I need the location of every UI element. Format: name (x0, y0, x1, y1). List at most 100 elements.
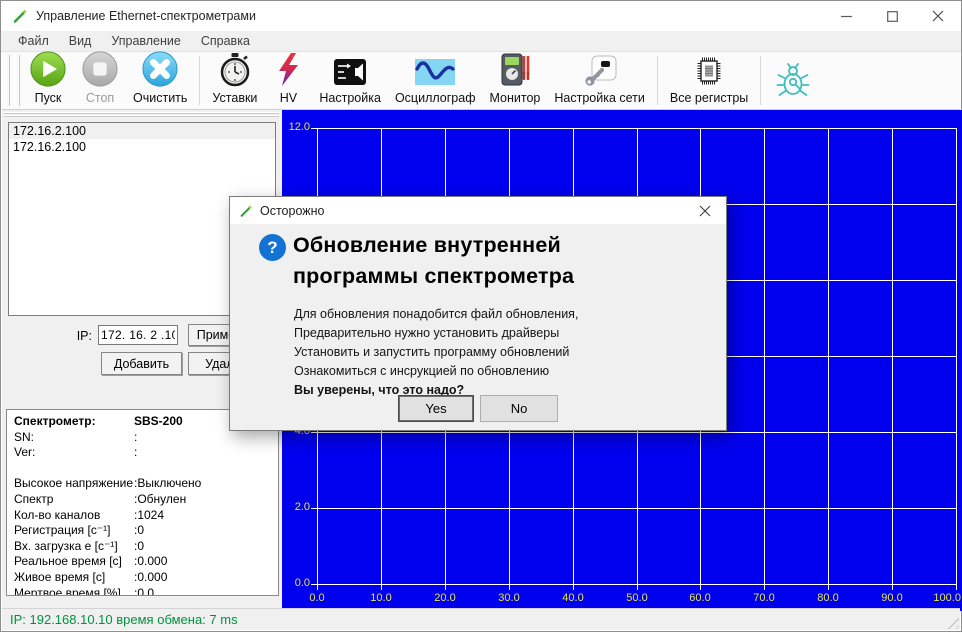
ip-list-item[interactable]: 172.16.2.100 (9, 123, 275, 139)
menu-item-1[interactable]: Вид (59, 32, 102, 50)
close-button[interactable] (915, 1, 961, 31)
grid-line-horizontal (317, 508, 956, 509)
play-icon (29, 50, 67, 88)
grid-line-horizontal (317, 584, 956, 585)
toolbar-button-clear[interactable]: Очистить (126, 52, 194, 109)
toolbar-gripper[interactable] (14, 55, 20, 106)
toolbar-separator (199, 56, 200, 105)
info-value: :0.0 (134, 586, 154, 596)
x-tick-label: 20.0 (434, 592, 455, 604)
warning-dialog: Осторожно ? Обновление внутренней програ… (229, 196, 727, 431)
toolbar: Пуск Стоп Очистить Уставки HV Настройка Осцилл… (2, 52, 960, 110)
lightning-icon (275, 52, 301, 88)
dialog-line: Для обновления понадобится файл обновлен… (294, 305, 578, 324)
grid-line-horizontal (317, 128, 956, 129)
resize-grip[interactable] (945, 615, 959, 629)
toolbar-button-settings-panel[interactable]: Настройка (312, 52, 388, 109)
dialog-line: Ознакомиться с инсрукцией по обновлению (294, 362, 578, 381)
dialog-body: Для обновления понадобится файл обновлен… (294, 305, 578, 400)
info-label: Ver: (14, 445, 35, 459)
menu-bar: ФайлВидУправлениеСправка (1, 31, 961, 52)
x-tick-label: 0.0 (309, 592, 324, 604)
status-text: IP: 192.168.10.10 время обмена: 7 ms (10, 612, 238, 627)
ip-label: IP: (40, 329, 92, 343)
x-tick-label: 100.0 (933, 592, 961, 604)
ip-list-item[interactable]: 172.16.2.100 (9, 139, 275, 155)
x-tick-label: 80.0 (817, 592, 838, 604)
info-row: Высокое напряжение:Выключено (7, 476, 278, 492)
info-row: Ver:: (7, 445, 278, 461)
toolbar-button-network-key[interactable]: Настройка сети (547, 52, 652, 109)
info-value: SBS-200 (134, 414, 183, 428)
toolbar-button-oscilloscope[interactable]: Осциллограф (388, 52, 483, 109)
toolbar-button-label: Пуск (35, 91, 62, 105)
toolbar-button-label: HV (280, 91, 297, 105)
info-value: :0 (134, 539, 144, 553)
yes-button[interactable]: Yes (398, 395, 474, 422)
maximize-button[interactable] (869, 1, 915, 31)
menu-item-3[interactable]: Справка (191, 32, 260, 50)
info-value: :0.000 (134, 570, 167, 584)
multimeter-icon (499, 52, 531, 88)
toolbar-button-lightning[interactable]: HV (264, 52, 312, 109)
info-label: SN: (14, 430, 34, 444)
toolbar-gripper[interactable] (4, 55, 10, 106)
dialog-close-icon[interactable] (684, 197, 726, 224)
info-label: Мертвое время [%] (14, 586, 121, 596)
info-label: Высокое напряжение (14, 476, 133, 490)
dialog-heading: Обновление внутренней программы спектром… (293, 230, 633, 292)
toolbar-button-label: Монитор (490, 91, 541, 105)
debug-bug-icon (773, 55, 813, 105)
toolbar-button-stop[interactable]: Стоп (74, 52, 126, 109)
toolbar-button-label: Уставки (212, 91, 257, 105)
dialog-wand-icon (239, 204, 253, 218)
info-row: Регистрация [с⁻¹]:0 (7, 523, 278, 539)
y-tick-mark (311, 432, 317, 433)
y-tick-mark (311, 584, 317, 585)
menu-item-2[interactable]: Управление (101, 32, 191, 50)
info-value: :0 (134, 523, 144, 537)
ip-input[interactable] (98, 325, 178, 345)
info-label: Вх. загрузка е [с⁻¹] (14, 539, 118, 553)
toolbar-button-multimeter[interactable]: Монитор (483, 52, 548, 109)
clear-icon (141, 50, 179, 88)
toolbar-button-label: Очистить (133, 91, 187, 105)
toolbar-button-label: Настройка (319, 91, 381, 105)
info-value: :Обнулен (134, 492, 186, 506)
status-bar: IP: 192.168.10.10 время обмена: 7 ms (2, 608, 960, 630)
splitter-grip[interactable] (4, 112, 279, 118)
info-value: : (134, 445, 137, 459)
x-tick-label: 40.0 (562, 592, 583, 604)
info-row: Спектр:Обнулен (7, 492, 278, 508)
minimize-button[interactable] (823, 1, 869, 31)
toolbar-button-label: Стоп (86, 91, 114, 105)
title-bar: Управление Ethernet-спектрометрами (1, 1, 961, 31)
y-tick-mark (311, 128, 317, 129)
info-row: SN:: (7, 430, 278, 446)
toolbar-separator (760, 56, 761, 105)
toolbar-button-debug-bug[interactable] (766, 52, 820, 109)
add-button[interactable]: Добавить (101, 352, 182, 375)
question-icon: ? (259, 234, 286, 261)
toolbar-button-play[interactable]: Пуск (22, 52, 74, 109)
chip-icon (690, 54, 728, 88)
toolbar-button-label: Осциллограф (395, 91, 476, 105)
network-key-icon (582, 52, 618, 88)
x-tick-label: 50.0 (626, 592, 647, 604)
menu-item-0[interactable]: Файл (8, 32, 59, 50)
info-row: Мертвое время [%] :0.0 (7, 586, 278, 596)
info-row: Вх. загрузка е [с⁻¹] :0 (7, 539, 278, 555)
y-tick-label: 12.0 (282, 121, 310, 133)
info-value: : (134, 430, 137, 444)
toolbar-button-chip[interactable]: Все регистры (663, 52, 755, 109)
x-tick-label: 70.0 (753, 592, 774, 604)
dialog-title-bar: Осторожно (230, 197, 726, 224)
toolbar-separator (657, 56, 658, 105)
info-value: :0.000 (134, 554, 167, 568)
x-tick-label: 10.0 (370, 592, 391, 604)
no-button[interactable]: No (480, 395, 558, 422)
grid-line-vertical (956, 128, 957, 584)
toolbar-button-stopwatch[interactable]: Уставки (205, 52, 264, 109)
stop-icon (81, 50, 119, 88)
info-value: :Выключено (134, 476, 201, 490)
